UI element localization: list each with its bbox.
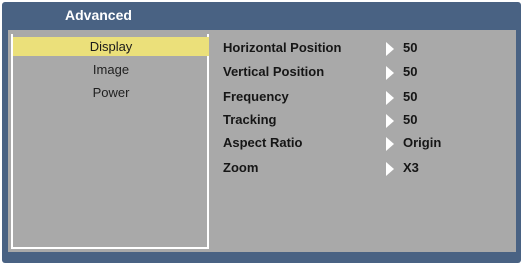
setting-row-tracking[interactable]: Tracking 50: [212, 110, 516, 130]
setting-value: 50: [403, 89, 418, 104]
setting-row-horizontal-position[interactable]: Horizontal Position 50: [212, 38, 516, 58]
setting-label: Aspect Ratio: [223, 135, 303, 150]
arrow-right-icon[interactable]: [386, 114, 394, 128]
setting-value: 50: [403, 64, 418, 79]
osd-window: Advanced Display Image Power Horizontal …: [2, 2, 521, 263]
arrow-right-icon[interactable]: [386, 91, 394, 105]
setting-label: Horizontal Position: [223, 40, 342, 55]
sidebar-item-image[interactable]: Image: [13, 60, 209, 79]
arrow-right-icon[interactable]: [386, 137, 394, 151]
sidebar-item-power[interactable]: Power: [13, 83, 209, 102]
arrow-right-icon[interactable]: [386, 66, 394, 80]
setting-value: X3: [403, 160, 419, 175]
setting-row-zoom[interactable]: Zoom X3: [212, 158, 516, 178]
setting-label: Tracking: [223, 112, 277, 127]
setting-label: Frequency: [223, 89, 289, 104]
setting-label: Zoom: [223, 160, 259, 175]
window-title: Advanced: [65, 7, 132, 23]
sidebar-item-display[interactable]: Display: [13, 37, 209, 56]
arrow-right-icon[interactable]: [386, 162, 394, 176]
setting-value: 50: [403, 112, 418, 127]
setting-value: Origin: [403, 135, 442, 150]
setting-row-vertical-position[interactable]: Vertical Position 50: [212, 62, 516, 82]
setting-label: Vertical Position: [223, 64, 325, 79]
arrow-right-icon[interactable]: [386, 42, 394, 56]
settings-panel: Horizontal Position 50 Vertical Position…: [212, 30, 516, 252]
content-area: Display Image Power Horizontal Position …: [8, 30, 516, 252]
setting-row-frequency[interactable]: Frequency 50: [212, 87, 516, 107]
title-bar: Advanced: [2, 2, 521, 29]
setting-value: 50: [403, 40, 418, 55]
setting-row-aspect-ratio[interactable]: Aspect Ratio Origin: [212, 133, 516, 153]
sidebar: Display Image Power: [11, 34, 209, 249]
